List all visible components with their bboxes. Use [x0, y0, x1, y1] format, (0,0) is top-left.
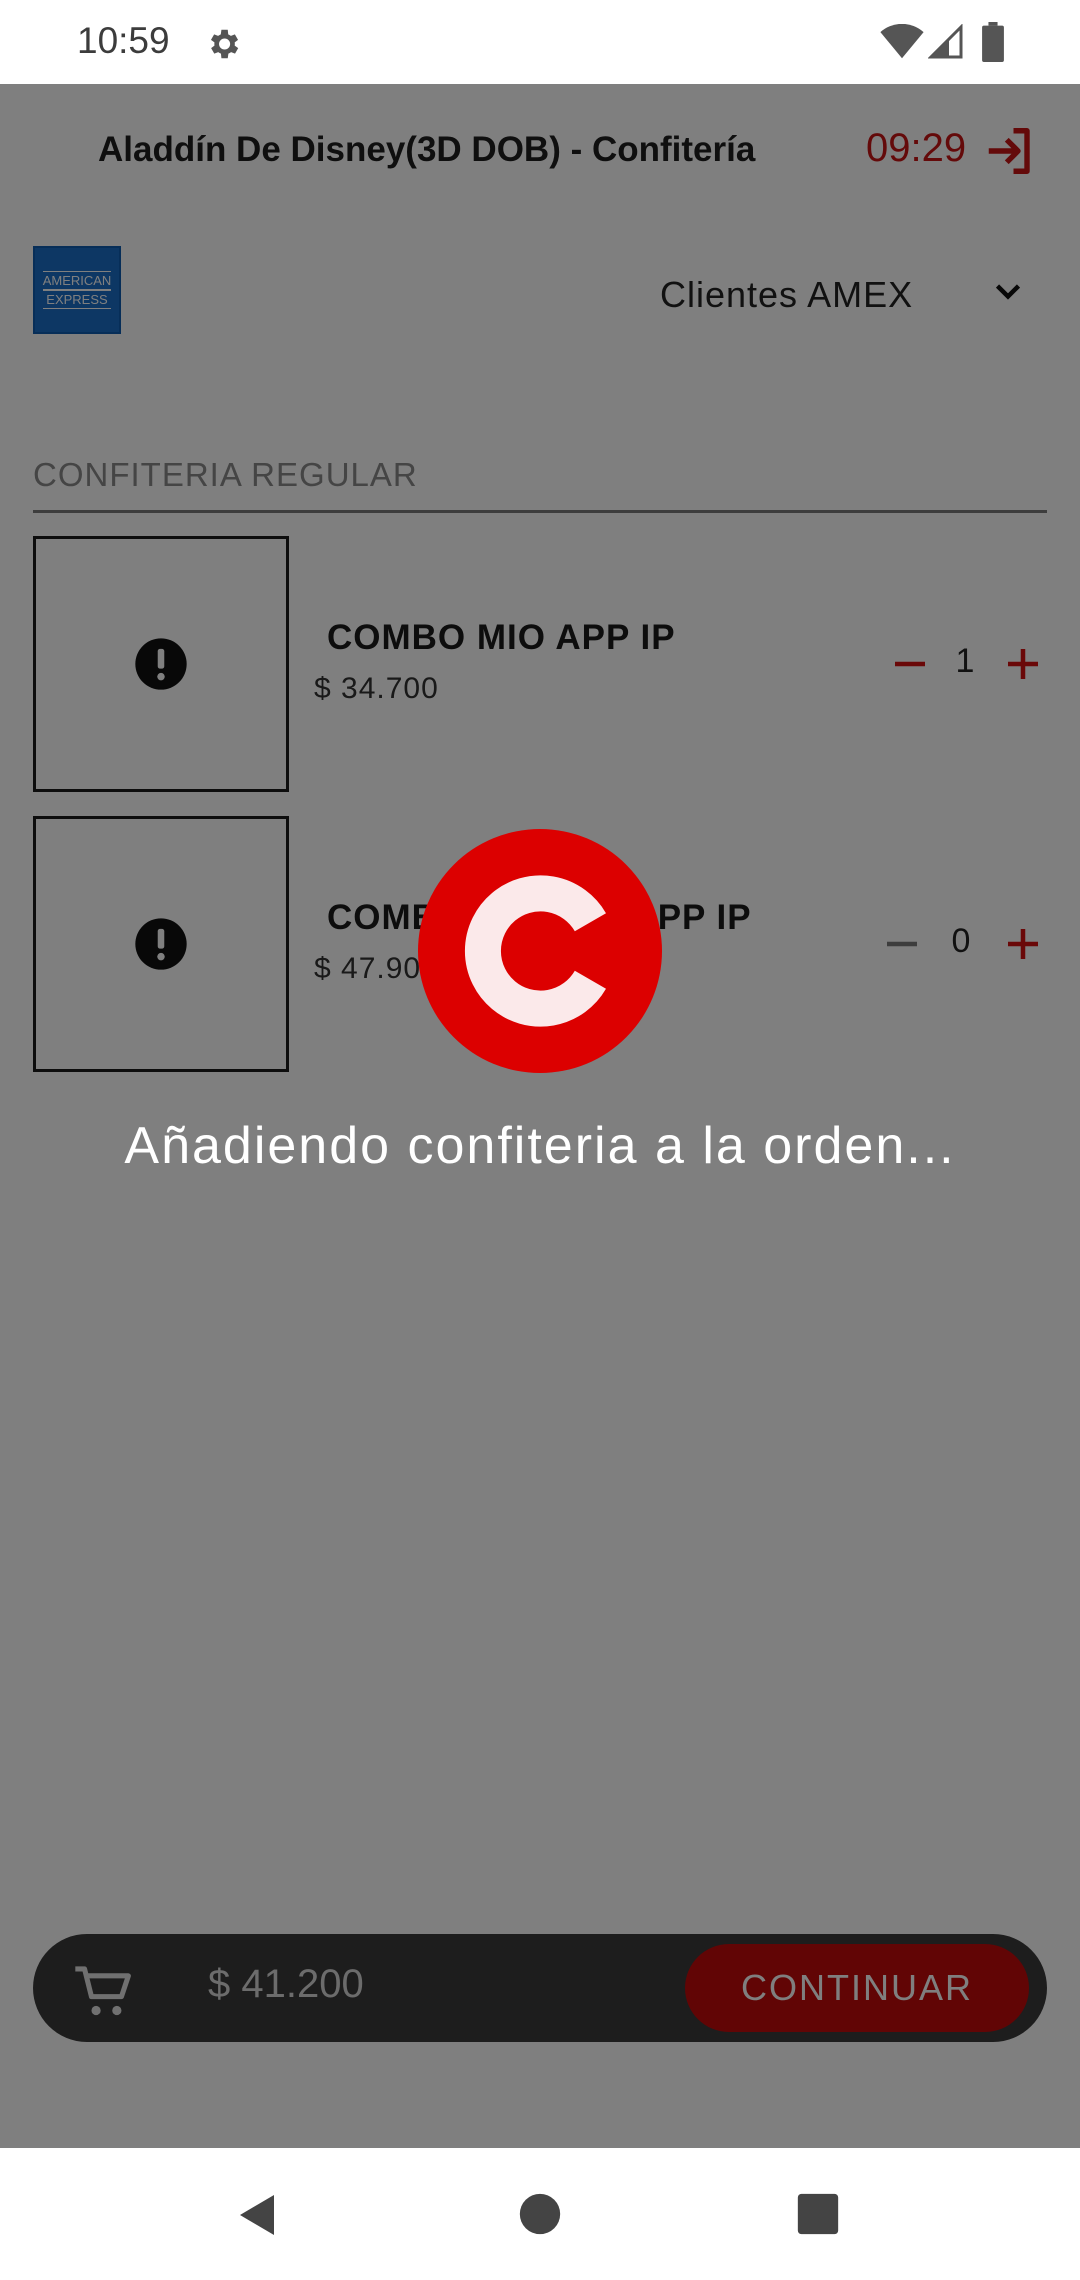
loader-logo-icon	[464, 875, 606, 1027]
home-icon[interactable]	[518, 2192, 562, 2236]
signal-icon	[928, 24, 963, 59]
back-icon[interactable]	[234, 2190, 282, 2240]
loading-spinner	[418, 829, 662, 1073]
wifi-icon	[880, 24, 924, 59]
status-time: 10:59	[77, 20, 170, 61]
loading-message: Añadiendo confiteria a la orden...	[124, 1117, 956, 1175]
status-bar: 10:59	[0, 0, 1080, 84]
navigation-bar	[0, 2148, 1080, 2280]
battery-icon	[982, 22, 1004, 62]
gear-icon	[210, 29, 239, 59]
loading-overlay: Añadiendo confiteria a la orden...	[0, 84, 1080, 2148]
recents-icon[interactable]	[796, 2192, 840, 2236]
